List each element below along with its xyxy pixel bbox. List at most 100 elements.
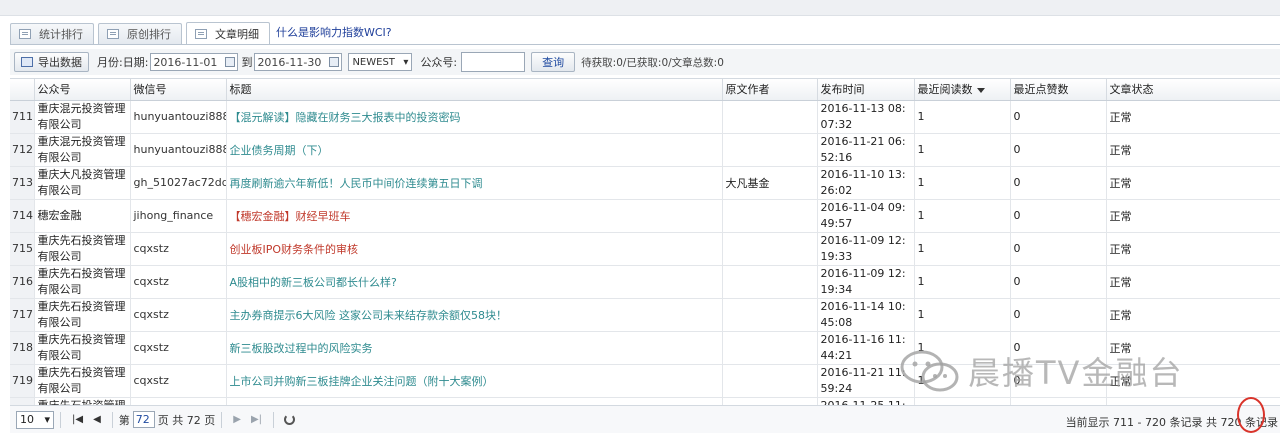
row-number: 715 [10, 232, 35, 266]
author-cell: 大凡基金 [722, 166, 818, 200]
last-page-icon[interactable]: ▶| [251, 414, 262, 425]
reads-cell: 1 [914, 265, 1011, 299]
title-link[interactable]: 企业债务周期（下） [226, 133, 723, 167]
status-cell: 正常 [1106, 232, 1280, 266]
page-size-select[interactable]: 10 ▾ [16, 410, 54, 429]
account-cell: 重庆混元投资管理有限公司 [34, 133, 131, 167]
row-number: 714 [10, 199, 35, 233]
wechat-id-cell: cqxstz [130, 265, 227, 299]
to-label: 到 [241, 56, 253, 69]
col-reads[interactable]: 最近阅读数 [914, 79, 1011, 101]
table-row[interactable]: 719 重庆先石投资管理有限公司 cqxstz 上市公司并购新三板挂牌企业关注问题（附… [10, 364, 1280, 398]
reads-cell: 1 [914, 232, 1011, 266]
likes-cell: 0 [1010, 232, 1107, 266]
author-cell [722, 199, 818, 233]
col-status[interactable]: 文章状态 [1106, 79, 1280, 101]
refresh-icon[interactable] [284, 414, 296, 425]
calendar-icon[interactable] [225, 57, 236, 67]
publish-time-cell: 2016-11-09 12:19:34 [817, 265, 915, 299]
tab-stats-ranking[interactable]: 统计排行 [10, 23, 94, 44]
title-link[interactable]: 创业板IPO财务条件的审核 [226, 232, 723, 266]
divider [221, 411, 223, 428]
author-cell [722, 364, 818, 398]
page-prefix: 第 [118, 413, 130, 427]
prev-page-icon[interactable]: ◀ [93, 414, 101, 425]
account-cell: 重庆大凡投资管理有限公司 [34, 166, 131, 200]
page-total: 页 共 72 页 [157, 413, 216, 427]
wechat-id-cell: gh_51027ac72dd4 [130, 166, 227, 200]
table-header: 公众号 微信号 标题 原文作者 发布时间 最近阅读数 最近点赞数 文章状态 [10, 79, 1280, 101]
title-link[interactable]: 再度刷新逾六年新低！人民币中间价连续第五日下调 [226, 166, 723, 200]
status-cell: 正常 [1106, 298, 1280, 332]
title-link[interactable]: 【混元解读】隐藏在财务三大报表中的投资密码 [226, 100, 723, 134]
account-cell: 重庆先石投资管理有限公司 [34, 397, 131, 405]
col-likes[interactable]: 最近点赞数 [1010, 79, 1107, 101]
wechat-id-cell: cqxstz [130, 298, 227, 332]
date-to-input[interactable]: 2016-11-30 [254, 53, 343, 71]
author-cell [722, 232, 818, 266]
col-author[interactable]: 原文作者 [722, 79, 818, 101]
table-row[interactable]: 716 重庆先石投资管理有限公司 cqxstz A股相中的新三板公司都长什么样? 201… [10, 265, 1280, 299]
tab-original-ranking[interactable]: 原创排行 [98, 23, 182, 44]
title-link[interactable]: 上市公司并购新三板挂牌企业关注问题（附十大案例） [226, 364, 723, 398]
title-link[interactable]: 【穗宏金融】财经早班车 [226, 199, 723, 233]
status-cell: 正常 [1106, 199, 1280, 233]
reads-cell: 1 [914, 331, 1011, 365]
chevron-down-icon: ▾ [403, 56, 409, 68]
table-row[interactable]: 714 穗宏金融 jihong_finance 【穗宏金融】财经早班车 2016-11-… [10, 199, 1280, 233]
date-from-input[interactable]: 2016-11-01 [150, 53, 239, 71]
account-cell: 重庆混元投资管理有限公司 [34, 100, 131, 134]
likes-cell: 0 [1010, 298, 1107, 332]
calendar-icon[interactable] [329, 57, 340, 67]
title-link[interactable]: 新三板股改过程中的风险实务 [226, 331, 723, 365]
author-cell [722, 133, 818, 167]
status-cell: 正常 [1106, 166, 1280, 200]
publish-time-cell: 2016-11-13 08:07:32 [817, 100, 915, 134]
list-icon [19, 29, 31, 39]
sort-desc-icon [976, 87, 985, 93]
query-button[interactable]: 查询 [531, 52, 576, 72]
chevron-down-icon: ▾ [44, 413, 50, 426]
sort-select[interactable]: NEWEST ▾ [348, 53, 413, 71]
row-number: 716 [10, 265, 35, 299]
col-account[interactable]: 公众号 [34, 79, 131, 101]
table-row[interactable]: 715 重庆先石投资管理有限公司 cqxstz 创业板IPO财务条件的审核 2016-1… [10, 232, 1280, 266]
reads-cell: 1 [914, 364, 1011, 398]
reads-cell: 1 [914, 298, 1011, 332]
title-link[interactable]: 主办券商提示6大风险 这家公司未来结存款余额仅58块！ [226, 298, 723, 332]
title-link[interactable]: IPO中如何规范公司的财务制度 [226, 397, 723, 405]
row-number: 717 [10, 298, 35, 332]
list-icon [107, 29, 119, 39]
table-row[interactable]: 713 重庆大凡投资管理有限公司 gh_51027ac72dd4 再度刷新逾六年新低！… [10, 166, 1280, 200]
next-page-icon[interactable]: ▶ [233, 414, 241, 425]
table-row[interactable]: 718 重庆先石投资管理有限公司 cqxstz 新三板股改过程中的风险实务 2016-1… [10, 331, 1280, 365]
row-number: 720 [10, 397, 35, 405]
status-cell: 正常 [1106, 100, 1280, 134]
status-cell: 正常 [1106, 265, 1280, 299]
account-input[interactable] [461, 52, 526, 72]
title-link[interactable]: A股相中的新三板公司都长什么样? [226, 265, 723, 299]
table-row[interactable]: 712 重庆混元投资管理有限公司 hunyuantouzi888 企业债务周期（下） 2… [10, 133, 1280, 167]
col-wechat-id[interactable]: 微信号 [130, 79, 227, 101]
divider [273, 411, 275, 428]
tab-article-details[interactable]: 文章明细 [186, 22, 270, 44]
table-row[interactable]: 720重庆先石投资管理有限公司cqxstzIPO中如何规范公司的财务制度 2016… [10, 397, 1280, 405]
account-cell: 重庆先石投资管理有限公司 [34, 232, 131, 266]
col-title[interactable]: 标题 [226, 79, 723, 101]
wechat-id-cell: hunyuantouzi888 [130, 100, 227, 134]
page-number-input[interactable]: 72 [132, 411, 155, 428]
table-row[interactable]: 711 重庆混元投资管理有限公司 hunyuantouzi888 【混元解读】隐藏在财… [10, 100, 1280, 134]
status-cell: 正常 [1106, 331, 1280, 365]
author-cell [722, 331, 818, 365]
first-page-icon[interactable]: |◀ [72, 414, 83, 425]
likes-cell: 0 [1010, 166, 1107, 200]
col-publish-time[interactable]: 发布时间 [817, 79, 915, 101]
wci-help-link[interactable]: 什么是影响力指数WCI? [276, 24, 392, 40]
fetch-status: 待获取:0/已获取:0/文章总数:0 [581, 56, 724, 69]
export-button[interactable]: 导出数据 [14, 52, 89, 72]
article-table: 公众号 微信号 标题 原文作者 发布时间 最近阅读数 最近点赞数 文章状态 71… [10, 78, 1280, 405]
filter-toolbar: 导出数据 月份:日期: 2016-11-01 到 2016-11-30 NEWE… [10, 49, 1280, 75]
table-row[interactable]: 717 重庆先石投资管理有限公司 cqxstz 主办券商提示6大风险 这家公司未来结存… [10, 298, 1280, 332]
row-number: 712 [10, 133, 35, 167]
likes-cell: 0 [1010, 397, 1107, 405]
